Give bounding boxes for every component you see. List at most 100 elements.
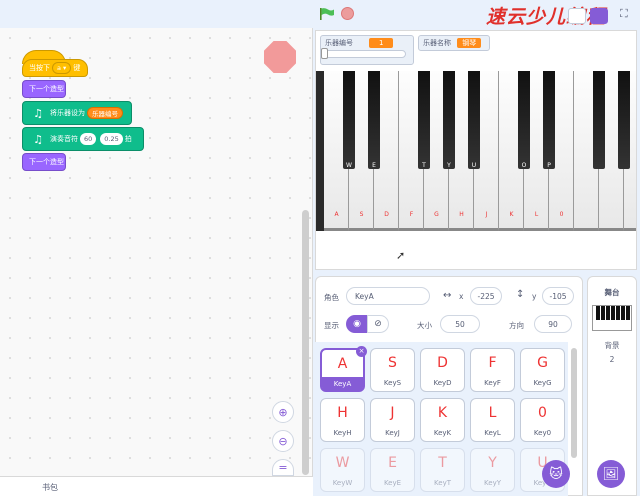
sprite-name: KeyK xyxy=(433,429,452,437)
delete-sprite-icon[interactable]: × xyxy=(356,346,367,357)
sprite-name: KeyJ xyxy=(385,429,400,437)
zoom-reset-button[interactable]: = xyxy=(272,459,294,476)
piano-white-key-label: K xyxy=(509,211,514,218)
piano-black-key-label: W xyxy=(346,162,352,169)
next-costume-block[interactable]: 下一个造型 xyxy=(22,153,66,171)
piano-black-key-label: P xyxy=(547,162,551,169)
sprite-thumbnail: W xyxy=(335,455,350,471)
set-instrument-label: 将乐器设为 xyxy=(50,109,85,117)
next-costume-label: 下一个造型 xyxy=(29,85,64,93)
thumb-black-key xyxy=(616,306,620,320)
piano-white-key-label: H xyxy=(459,211,464,218)
instrument-variable-reporter[interactable]: 乐器编号 xyxy=(87,107,123,119)
add-sprite-button[interactable]: 🐱 xyxy=(542,460,570,488)
stage-title: 舞台 xyxy=(604,288,620,297)
cat-plus-icon: 🐱 xyxy=(549,466,563,482)
monitor-value: 钢琴 xyxy=(457,38,482,48)
normal-stage-button[interactable] xyxy=(590,8,608,24)
hat-label-suffix: 键 xyxy=(73,64,81,72)
sprite-tile-keys[interactable]: S KeyS xyxy=(370,348,415,392)
thumb-black-key xyxy=(606,306,610,320)
add-backdrop-button[interactable]: 🖼 xyxy=(597,460,625,488)
brand-logo: 速云少儿编程 xyxy=(486,6,607,28)
zoom-out-button[interactable]: ⊖ xyxy=(272,430,294,452)
y-input[interactable]: -105 xyxy=(542,287,574,305)
stage[interactable]: 乐器编号 1 乐器名称 钢琴 A S D F G H J K L 0 W E T Y U O P xyxy=(315,30,637,270)
sprite-tile-keyk[interactable]: K KeyK xyxy=(420,398,465,442)
sprite-thumbnail: K xyxy=(437,405,448,421)
set-instrument-block[interactable]: ♫ 将乐器设为 乐器编号 xyxy=(22,101,132,125)
zoom-out-icon: ⊖ xyxy=(278,434,288,448)
fullscreen-icon[interactable]: ⛶ xyxy=(620,7,628,21)
instrument-slider-knob[interactable] xyxy=(321,48,328,59)
x-input[interactable]: -225 xyxy=(470,287,502,305)
sprite-tile-keya[interactable]: A KeyA × xyxy=(320,346,367,392)
sprite-tile-keye[interactable]: E KeyE xyxy=(370,448,415,492)
small-stage-button[interactable] xyxy=(568,8,586,24)
direction-input[interactable]: 90 xyxy=(534,315,572,333)
stage-thumbnail[interactable] xyxy=(592,305,632,331)
sprite-thumbnail: A xyxy=(337,356,348,372)
thumb-black-key xyxy=(611,306,615,320)
key-dropdown[interactable]: a ▾ xyxy=(52,62,72,74)
next-costume-block[interactable]: 下一个造型 xyxy=(22,80,66,98)
size-input[interactable]: 50 xyxy=(440,315,480,333)
piano-white-key-label: J xyxy=(485,211,488,218)
sprite-thumbnail: J xyxy=(390,405,395,421)
piano-black-key xyxy=(368,71,380,169)
sprite-tile-keyw[interactable]: W KeyW xyxy=(320,448,365,492)
direction-label: 方向 xyxy=(509,321,524,330)
beats-input[interactable]: 0.25 xyxy=(100,133,123,145)
sprite-tile-keyj[interactable]: J KeyJ xyxy=(370,398,415,442)
zoom-in-icon: ⊕ xyxy=(278,405,288,419)
sprite-tile-keyd[interactable]: D KeyD xyxy=(420,348,465,392)
piano-black-key xyxy=(418,71,430,169)
instrument-slider-track[interactable] xyxy=(322,50,406,58)
sprite-list: A KeyA × S KeyS D KeyD F KeyF G KeyG H KeyH J KeyJ K Key… xyxy=(315,342,568,496)
sprite-name: KeyL xyxy=(484,429,501,437)
y-arrows-icon: ↕ xyxy=(516,289,525,300)
sprite-name-input[interactable]: KeyA xyxy=(346,287,430,305)
sprite-name: KeyD xyxy=(433,379,452,387)
backdrop-label: 背景 xyxy=(604,341,620,350)
sprite-tile-keyl[interactable]: L KeyL xyxy=(470,398,515,442)
when-key-pressed-block[interactable]: 当按下 a ▾ 键 xyxy=(22,59,88,77)
sprite-tile-key0[interactable]: 0 Key0 xyxy=(520,398,565,442)
sprite-tile-keyh[interactable]: H KeyH xyxy=(320,398,365,442)
sprite-thumbnail: L xyxy=(488,405,497,421)
green-flag-icon[interactable] xyxy=(320,8,334,20)
sprite-tile-keyy[interactable]: Y KeyY xyxy=(470,448,515,492)
piano-white-key-label: 0 xyxy=(559,211,564,218)
code-scrollbar[interactable] xyxy=(302,210,309,475)
monitor-label: 乐器编号 xyxy=(325,39,353,47)
show-eye-icon[interactable]: ◉ xyxy=(346,315,368,333)
sprite-list-scrollbar[interactable] xyxy=(571,348,577,458)
sprite-name: Key0 xyxy=(533,429,552,437)
hide-eye-icon[interactable]: ⊘ xyxy=(367,315,389,333)
sprite-thumbnail: S xyxy=(388,355,397,371)
mouse-cursor-icon: ➚ xyxy=(396,249,406,262)
sprite-tile-keyf[interactable]: F KeyF xyxy=(470,348,515,392)
play-note-block[interactable]: ♫ 演奏音符 60 0.25 拍 xyxy=(22,127,144,151)
piano-black-key-label: O xyxy=(521,162,527,169)
zoom-in-button[interactable]: ⊕ xyxy=(272,401,294,423)
backpack-label: 书包 xyxy=(42,483,58,492)
sprite-name: KeyW xyxy=(332,479,353,487)
stop-button[interactable] xyxy=(341,7,354,20)
piano-white-key-label: S xyxy=(359,211,364,218)
monitor-instrument-name: 乐器名称 钢琴 xyxy=(418,35,490,51)
sprite-tile-keyg[interactable]: G KeyG xyxy=(520,348,565,392)
piano-black-key xyxy=(443,71,455,169)
note-input[interactable]: 60 xyxy=(80,133,97,145)
sprite-name: KeyF xyxy=(484,379,501,387)
sprite-name: KeyA xyxy=(322,377,363,391)
piano-black-key-label: Y xyxy=(447,162,451,169)
sprite-tile-keyt[interactable]: T KeyT xyxy=(420,448,465,492)
music-note-icon: ♫ xyxy=(33,106,43,120)
thumb-black-key xyxy=(631,306,632,320)
piano-black-key-label: U xyxy=(471,162,477,169)
scratch-editor: 速云少儿编程 ⛶ 当按下 a ▾ 键 下一个造型 ♫ 将乐器设为 乐器编号 ♫ … xyxy=(0,0,640,496)
next-costume-label: 下一个造型 xyxy=(29,158,64,166)
piano-black-key xyxy=(593,71,605,169)
show-label: 显示 xyxy=(324,321,339,330)
